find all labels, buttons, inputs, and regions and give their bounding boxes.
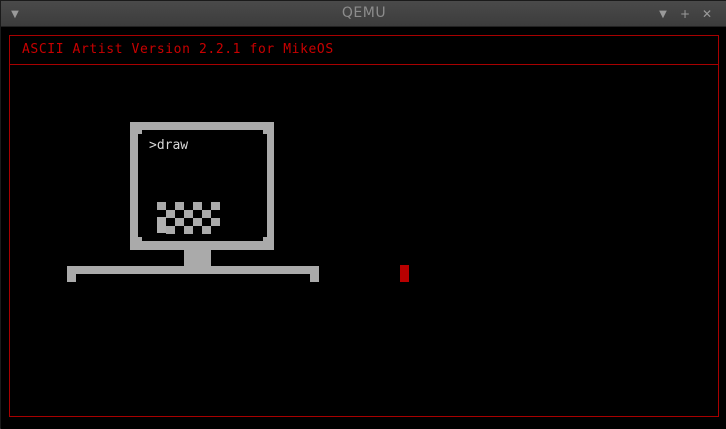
title-bar[interactable]: ▼ QEMU ▼ + ✕ — [1, 1, 726, 27]
monitor-corner — [263, 237, 267, 241]
monitor-foot-right — [310, 274, 319, 282]
qemu-window: ▼ QEMU ▼ + ✕ ASCII Artist Version 2.2.1 … — [0, 0, 726, 429]
monitor-base — [67, 266, 319, 274]
header-box: ASCII Artist Version 2.2.1 for MikeOS — [9, 35, 719, 64]
monitor-neck — [184, 250, 211, 267]
monitor-corner — [263, 130, 267, 134]
monitor-prompt-text: >draw — [149, 138, 189, 153]
window-title: QEMU — [341, 5, 387, 21]
monitor-corner — [138, 237, 142, 241]
app-header: ASCII Artist Version 2.2.1 for MikeOS — [22, 42, 334, 57]
emulator-screen[interactable]: ASCII Artist Version 2.2.1 for MikeOS >d… — [1, 27, 726, 429]
shade-block — [157, 217, 166, 233]
monitor-foot-left — [67, 274, 76, 282]
drawing-cursor[interactable] — [400, 265, 409, 282]
checker-pattern — [157, 202, 221, 234]
close-icon[interactable]: ✕ — [699, 6, 715, 22]
monitor-corner — [138, 130, 142, 134]
drawing-canvas[interactable] — [9, 64, 719, 417]
minimize-icon[interactable]: ▼ — [655, 6, 671, 22]
maximize-icon[interactable]: + — [677, 6, 693, 22]
